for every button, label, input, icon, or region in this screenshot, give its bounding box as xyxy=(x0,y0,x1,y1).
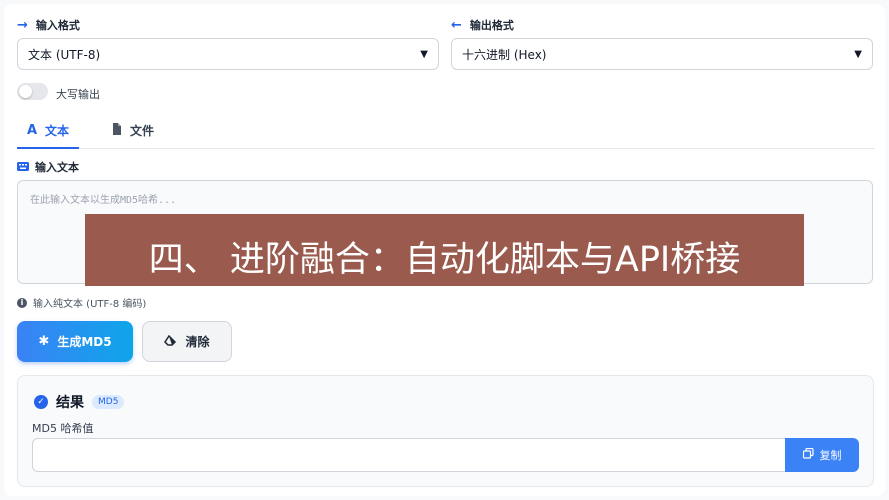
input-hint: i 输入纯文本 (UTF-8 编码) xyxy=(17,295,146,310)
copy-label: 复制 xyxy=(819,449,842,462)
arrow-right-icon: → xyxy=(17,17,28,33)
clear-label: 清除 xyxy=(185,335,210,349)
output-format-label-text: 输出格式 xyxy=(469,19,514,32)
copy-icon xyxy=(802,447,814,462)
output-format-label: ← 输出格式 xyxy=(451,17,514,33)
toggle-knob xyxy=(19,85,32,98)
generate-md5-label: 生成MD5 xyxy=(57,335,112,349)
generate-md5-button[interactable]: ✱ 生成MD5 xyxy=(17,321,133,362)
input-format-value: 文本 (UTF-8) xyxy=(28,47,101,62)
hash-output-field[interactable] xyxy=(32,438,786,472)
chevron-down-icon: ▼ xyxy=(854,48,862,60)
gear-icon: ✱ xyxy=(38,334,50,349)
output-format-select[interactable]: 十六进制 (Hex) ▼ xyxy=(451,38,873,70)
overlay-heading-text: 四、 进阶融合：自动化脚本与API桥接 xyxy=(148,240,741,280)
arrow-left-icon: ← xyxy=(451,17,462,33)
eraser-icon xyxy=(164,334,177,349)
uppercase-toggle-label: 大写输出 xyxy=(56,88,100,101)
output-format-value: 十六进制 (Hex) xyxy=(462,47,547,62)
text-a-icon: A xyxy=(26,123,38,138)
tab-text[interactable]: A 文本 xyxy=(17,114,79,149)
check-circle-icon: ✓ xyxy=(34,395,48,409)
info-icon: i xyxy=(17,297,27,308)
input-mode-tabs: A 文本 文件 xyxy=(17,114,875,149)
input-format-label-text: 输入格式 xyxy=(35,19,80,32)
tab-file[interactable]: 文件 xyxy=(112,114,162,147)
input-hint-text: 输入纯文本 (UTF-8 编码) xyxy=(33,299,147,310)
result-panel: ✓ 结果 MD5 MD5 哈希值 复制 xyxy=(17,375,874,487)
keyboard-icon xyxy=(17,161,29,174)
tab-text-label: 文本 xyxy=(45,124,70,138)
copy-button[interactable]: 复制 xyxy=(785,438,859,472)
result-title: ✓ 结果 MD5 xyxy=(34,392,125,412)
file-icon xyxy=(112,123,122,138)
text-input-label-text: 输入文本 xyxy=(35,161,79,174)
text-input-label: 输入文本 xyxy=(17,159,79,175)
uppercase-toggle[interactable] xyxy=(17,83,48,100)
text-input-placeholder: 在此输入文本以生成MD5哈希... xyxy=(30,195,177,206)
input-format-select[interactable]: 文本 (UTF-8) ▼ xyxy=(17,38,439,70)
input-format-label: → 输入格式 xyxy=(17,17,80,33)
result-title-text: 结果 xyxy=(56,395,84,411)
algorithm-badge: MD5 xyxy=(92,395,125,409)
section-heading-overlay: 四、 进阶融合：自动化脚本与API桥接 xyxy=(85,214,804,286)
chevron-down-icon: ▼ xyxy=(420,48,428,60)
hash-label: MD5 哈希值 xyxy=(32,422,94,435)
clear-button[interactable]: 清除 xyxy=(142,321,232,362)
tab-file-label: 文件 xyxy=(130,124,155,138)
